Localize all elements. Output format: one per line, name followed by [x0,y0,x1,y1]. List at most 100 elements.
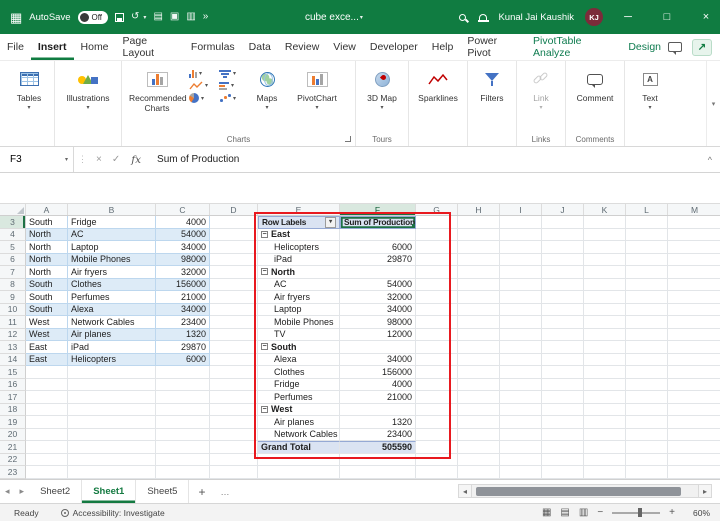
cell-C4[interactable]: 54000 [156,229,210,242]
cell-H10[interactable] [458,304,500,317]
cell-M22[interactable] [668,454,720,467]
cell-J11[interactable] [542,316,584,329]
cell-M18[interactable] [668,404,720,417]
cell-H8[interactable] [458,279,500,292]
cell-B17[interactable] [68,391,156,404]
cell-F19[interactable]: 1320 [340,416,416,429]
cell-I19[interactable] [500,416,542,429]
cell-K5[interactable] [584,241,626,254]
row-header-18[interactable]: 18 [0,404,26,417]
cell-M11[interactable] [668,316,720,329]
cell-G8[interactable] [416,279,458,292]
col-header-C[interactable]: C [156,204,210,215]
cell-K16[interactable] [584,379,626,392]
cell-C11[interactable]: 23400 [156,316,210,329]
scatter-chart-button[interactable]: ▾ [219,93,245,103]
cell-K3[interactable] [584,216,626,229]
cell-B8[interactable]: Clothes [68,279,156,292]
row-header-6[interactable]: 6 [0,254,26,267]
cell-F3[interactable]: Sum of Production [340,216,416,229]
avatar[interactable]: KJ [585,8,603,26]
cell-J3[interactable] [542,216,584,229]
comment-button[interactable]: Comment [569,61,621,104]
cell-I23[interactable] [500,466,542,479]
cell-F10[interactable]: 34000 [340,304,416,317]
tab-review[interactable]: Review [278,34,326,60]
cell-A5[interactable]: North [26,241,68,254]
row-header-22[interactable]: 22 [0,454,26,467]
cell-D13[interactable] [210,341,258,354]
row-header-3[interactable]: 3 [0,216,26,229]
cell-G9[interactable] [416,291,458,304]
cell-G3[interactable] [416,216,458,229]
sheet-nav-prev-icon[interactable]: ◂ [0,480,15,503]
cell-J10[interactable] [542,304,584,317]
cell-F14[interactable]: 34000 [340,354,416,367]
cell-G15[interactable] [416,366,458,379]
more-sheets-icon[interactable]: … [214,480,235,503]
cell-L9[interactable] [626,291,668,304]
sheet-tab-sheet2[interactable]: Sheet2 [29,480,82,503]
cell-G23[interactable] [416,466,458,479]
new-sheet-button[interactable]: + [189,480,214,503]
cell-J22[interactable] [542,454,584,467]
cell-M14[interactable] [668,354,720,367]
cell-G18[interactable] [416,404,458,417]
cell-F20[interactable]: 23400 [340,429,416,442]
row-header-13[interactable]: 13 [0,341,26,354]
cell-H19[interactable] [458,416,500,429]
funnel-chart-button[interactable]: ▾ [219,69,245,78]
cell-I18[interactable] [500,404,542,417]
cell-B19[interactable] [68,416,156,429]
cell-I10[interactable] [500,304,542,317]
cell-K11[interactable] [584,316,626,329]
cell-A7[interactable]: North [26,266,68,279]
cell-M17[interactable] [668,391,720,404]
cell-C21[interactable] [156,441,210,454]
tab-pivottable-analyze[interactable]: PivotTable Analyze [526,34,621,60]
cell-F15[interactable]: 156000 [340,366,416,379]
pivotchart-button[interactable]: PivotChart ▾ [289,61,345,111]
cell-J9[interactable] [542,291,584,304]
cell-G13[interactable] [416,341,458,354]
line-chart-button[interactable]: ▾ [189,81,215,90]
cell-I14[interactable] [500,354,542,367]
expand-formula-bar-icon[interactable]: ^ [708,155,720,165]
enter-entry-icon[interactable]: ✓ [107,154,125,165]
col-header-F[interactable]: F [340,204,416,215]
cell-G6[interactable] [416,254,458,267]
cell-K22[interactable] [584,454,626,467]
normal-view-icon[interactable]: ▦ [542,508,551,518]
cell-A12[interactable]: West [26,329,68,342]
cell-L4[interactable] [626,229,668,242]
cell-J21[interactable] [542,441,584,454]
quick-access-icon[interactable]: ▥ [186,12,195,22]
row-header-17[interactable]: 17 [0,391,26,404]
cell-G20[interactable] [416,429,458,442]
col-header-D[interactable]: D [210,204,258,215]
cell-K17[interactable] [584,391,626,404]
row-header-21[interactable]: 21 [0,441,26,454]
cell-A17[interactable] [26,391,68,404]
cell-A13[interactable]: East [26,341,68,354]
tab-data[interactable]: Data [242,34,278,60]
cell-D14[interactable] [210,354,258,367]
cell-M16[interactable] [668,379,720,392]
cell-A18[interactable] [26,404,68,417]
cell-D22[interactable] [210,454,258,467]
cell-H9[interactable] [458,291,500,304]
cell-E13[interactable]: −South [258,341,340,354]
cell-J8[interactable] [542,279,584,292]
cell-L20[interactable] [626,429,668,442]
cell-F13[interactable] [340,341,416,354]
quick-access-icon[interactable]: ▤ [153,12,162,22]
cell-I7[interactable] [500,266,542,279]
comments-bubble-icon[interactable] [668,42,682,52]
cell-H21[interactable] [458,441,500,454]
cell-A20[interactable] [26,429,68,442]
cell-I12[interactable] [500,329,542,342]
cell-F22[interactable] [340,454,416,467]
cell-L18[interactable] [626,404,668,417]
cell-H5[interactable] [458,241,500,254]
cell-F11[interactable]: 98000 [340,316,416,329]
